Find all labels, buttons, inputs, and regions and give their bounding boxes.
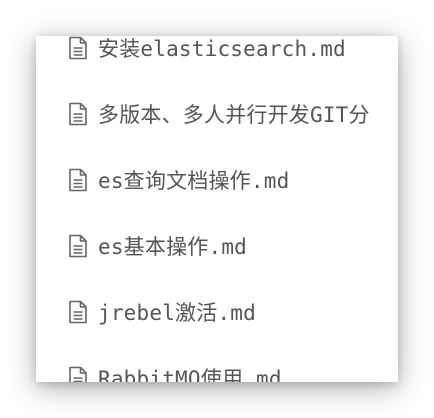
file-name: RabbitMQ使用.md [98,367,282,382]
file-list-item[interactable]: 安装elasticsearch.md [36,36,398,68]
file-list-item[interactable]: jrebel激活.md [36,292,398,332]
document-icon [68,168,88,192]
file-list-item[interactable]: 多版本、多人并行开发GIT分 [36,94,398,134]
file-name: 多版本、多人并行开发GIT分 [98,103,370,127]
file-name: es查询文档操作.md [98,169,290,193]
file-list-panel: 安装elasticsearch.md 多版本、多人并行开发GIT分 es查询文档… [36,36,398,382]
document-icon [68,36,88,60]
document-icon [68,300,88,324]
file-list-item[interactable]: es查询文档操作.md [36,160,398,200]
document-icon [68,234,88,258]
document-icon [68,366,88,382]
file-name: 安装elasticsearch.md [98,37,346,61]
file-list-item[interactable]: es基本操作.md [36,226,398,266]
file-name: jrebel激活.md [98,301,256,325]
file-list-item[interactable]: RabbitMQ使用.md [36,358,398,382]
document-icon [68,102,88,126]
file-name: es基本操作.md [98,235,248,259]
screenshot-stage: 安装elasticsearch.md 多版本、多人并行开发GIT分 es查询文档… [0,0,434,418]
